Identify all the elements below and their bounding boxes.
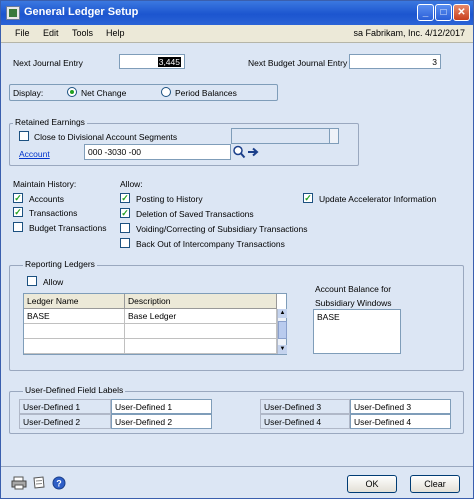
- history-transactions-label: Transactions: [29, 208, 78, 218]
- allow-deletion-label: Deletion of Saved Transactions: [136, 209, 254, 219]
- ledger-name-cell[interactable]: BASE: [24, 309, 125, 324]
- ledger-description-cell[interactable]: [125, 339, 277, 354]
- reporting-ledgers-title: Reporting Ledgers: [23, 259, 97, 269]
- reporting-allow-checkbox[interactable]: [27, 276, 37, 286]
- period-balances-label: Period Balances: [175, 88, 237, 98]
- scroll-up-icon[interactable]: ▲: [278, 309, 287, 318]
- help-icon[interactable]: ?: [52, 476, 66, 490]
- close-divisional-label: Close to Divisional Account Segments: [34, 132, 178, 142]
- note-icon[interactable]: [32, 476, 46, 490]
- allow-backout-label: Back Out of Intercompany Transactions: [136, 239, 285, 249]
- printer-icon[interactable]: [11, 476, 27, 490]
- col-description[interactable]: Description: [125, 294, 277, 309]
- clear-button[interactable]: Clear: [410, 475, 460, 493]
- display-label: Display:: [13, 88, 44, 98]
- udf-input-3[interactable]: User-Defined 3: [350, 399, 451, 414]
- ok-button[interactable]: OK: [347, 475, 397, 493]
- segment-field[interactable]: [231, 128, 339, 144]
- allow-posting-label: Posting to History: [136, 194, 203, 204]
- udf-label-3: User-Defined 3: [260, 399, 350, 414]
- ledger-description-cell[interactable]: [125, 324, 277, 339]
- display-group: [9, 84, 278, 101]
- account-balance-label-2: Subsidiary Windows: [315, 298, 392, 308]
- ledger-name-cell[interactable]: [24, 324, 125, 339]
- next-journal-input[interactable]: 3,445: [119, 54, 185, 69]
- net-change-radio[interactable]: [67, 87, 77, 97]
- lookup-icon[interactable]: [232, 144, 246, 160]
- minimize-button[interactable]: _: [417, 4, 434, 21]
- allow-backout-checkbox[interactable]: [120, 238, 130, 248]
- history-budget-label: Budget Transactions: [29, 223, 107, 233]
- bottom-divider: [1, 466, 473, 467]
- udf-input-2[interactable]: User-Defined 2: [111, 414, 212, 429]
- next-budget-input[interactable]: 3: [349, 54, 441, 69]
- udf-label-2: User-Defined 2: [19, 414, 111, 429]
- grid-scrollbar[interactable]: ▲ ▼: [277, 309, 287, 354]
- close-divisional-checkbox[interactable]: [19, 131, 29, 141]
- net-change-label: Net Change: [81, 88, 127, 98]
- menu-bar: File Edit Tools Help sa Fabrikam, Inc. 4…: [1, 25, 473, 43]
- scroll-down-icon[interactable]: ▼: [278, 345, 287, 354]
- udf-input-4[interactable]: User-Defined 4: [350, 414, 451, 429]
- udf-label-1: User-Defined 1: [19, 399, 111, 414]
- udf-title: User-Defined Field Labels: [23, 385, 126, 395]
- allow-voiding-label: Voiding/Correcting of Subsidiary Transac…: [136, 224, 308, 234]
- reporting-ledgers-grid[interactable]: Ledger Name Description BASE Base Ledger…: [23, 293, 287, 355]
- maximize-button[interactable]: □: [435, 4, 452, 21]
- allow-voiding-checkbox[interactable]: [120, 223, 130, 233]
- segment-field-button[interactable]: [329, 129, 338, 143]
- next-journal-value: 3,445: [157, 57, 181, 67]
- update-accelerator-checkbox[interactable]: ✓: [303, 193, 313, 203]
- allow-title: Allow:: [120, 179, 143, 189]
- ledger-name-cell[interactable]: [24, 339, 125, 354]
- update-accelerator-label: Update Accelerator Information: [319, 194, 437, 204]
- period-balances-radio[interactable]: [161, 87, 171, 97]
- close-button[interactable]: ✕: [453, 4, 470, 21]
- udf-input-1[interactable]: User-Defined 1: [111, 399, 212, 414]
- general-ledger-setup-window: General Ledger Setup _ □ ✕ File Edit Too…: [0, 0, 474, 499]
- history-budget-checkbox[interactable]: [13, 222, 23, 232]
- svg-text:?: ?: [56, 479, 62, 489]
- account-link[interactable]: Account: [19, 149, 50, 159]
- history-accounts-checkbox[interactable]: ✓: [13, 193, 23, 203]
- col-ledger-name[interactable]: Ledger Name: [24, 294, 125, 309]
- menu-edit[interactable]: Edit: [43, 28, 59, 38]
- menu-help[interactable]: Help: [106, 28, 125, 38]
- udf-label-4: User-Defined 4: [260, 414, 350, 429]
- allow-posting-checkbox[interactable]: ✓: [120, 193, 130, 203]
- user-info: sa Fabrikam, Inc. 4/12/2017: [353, 28, 465, 38]
- account-balance-label-1: Account Balance for: [315, 284, 392, 294]
- ledger-description-cell[interactable]: Base Ledger: [125, 309, 277, 324]
- history-accounts-label: Accounts: [29, 194, 64, 204]
- history-transactions-checkbox[interactable]: ✓: [13, 207, 23, 217]
- account-input[interactable]: 000 -3030 -00: [84, 144, 231, 160]
- title-bar[interactable]: General Ledger Setup _ □ ✕: [1, 1, 473, 25]
- allow-deletion-checkbox[interactable]: ✓: [120, 208, 130, 218]
- retained-earnings-title: Retained Earnings: [13, 117, 87, 127]
- window-title: General Ledger Setup: [24, 6, 139, 18]
- menu-file[interactable]: File: [15, 28, 30, 38]
- reporting-allow-label: Allow: [43, 277, 64, 287]
- account-balance-list[interactable]: BASE: [313, 309, 401, 354]
- scroll-thumb[interactable]: [278, 321, 287, 339]
- menu-tools[interactable]: Tools: [72, 28, 93, 38]
- expand-arrow-icon[interactable]: [246, 144, 260, 160]
- app-icon: [6, 6, 20, 20]
- maintain-history-title: Maintain History:: [13, 179, 77, 189]
- next-journal-label: Next Journal Entry: [13, 58, 83, 68]
- next-budget-label: Next Budget Journal Entry: [248, 58, 348, 68]
